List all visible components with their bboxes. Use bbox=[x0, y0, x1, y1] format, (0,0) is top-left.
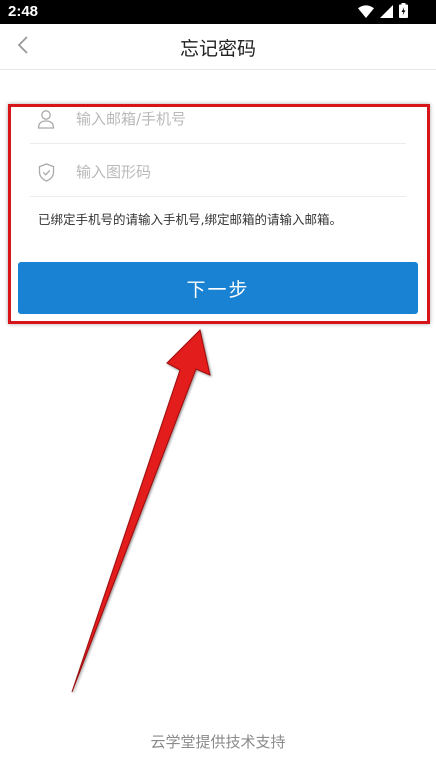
signal-icon bbox=[380, 3, 393, 22]
nav-bar: 忘记密码 bbox=[0, 24, 436, 70]
account-field bbox=[30, 94, 406, 144]
status-time: 2:48 bbox=[8, 3, 39, 20]
battery-icon bbox=[399, 2, 408, 22]
account-input[interactable] bbox=[76, 104, 396, 134]
page-title: 忘记密码 bbox=[179, 38, 256, 60]
user-icon bbox=[36, 108, 56, 130]
status-icons bbox=[358, 2, 408, 22]
shield-check-icon bbox=[36, 161, 56, 183]
hint-text: 已绑定手机号的请输入手机号,绑定邮箱的请输入邮箱。 bbox=[38, 212, 342, 227]
wifi-icon bbox=[358, 3, 374, 22]
footer-text: 云学堂提供技术支持 bbox=[150, 733, 286, 751]
captcha-field bbox=[30, 147, 406, 197]
next-step-button[interactable]: 下一步 bbox=[18, 262, 418, 314]
status-bar: 2:48 bbox=[0, 0, 436, 24]
captcha-input[interactable] bbox=[76, 157, 396, 187]
